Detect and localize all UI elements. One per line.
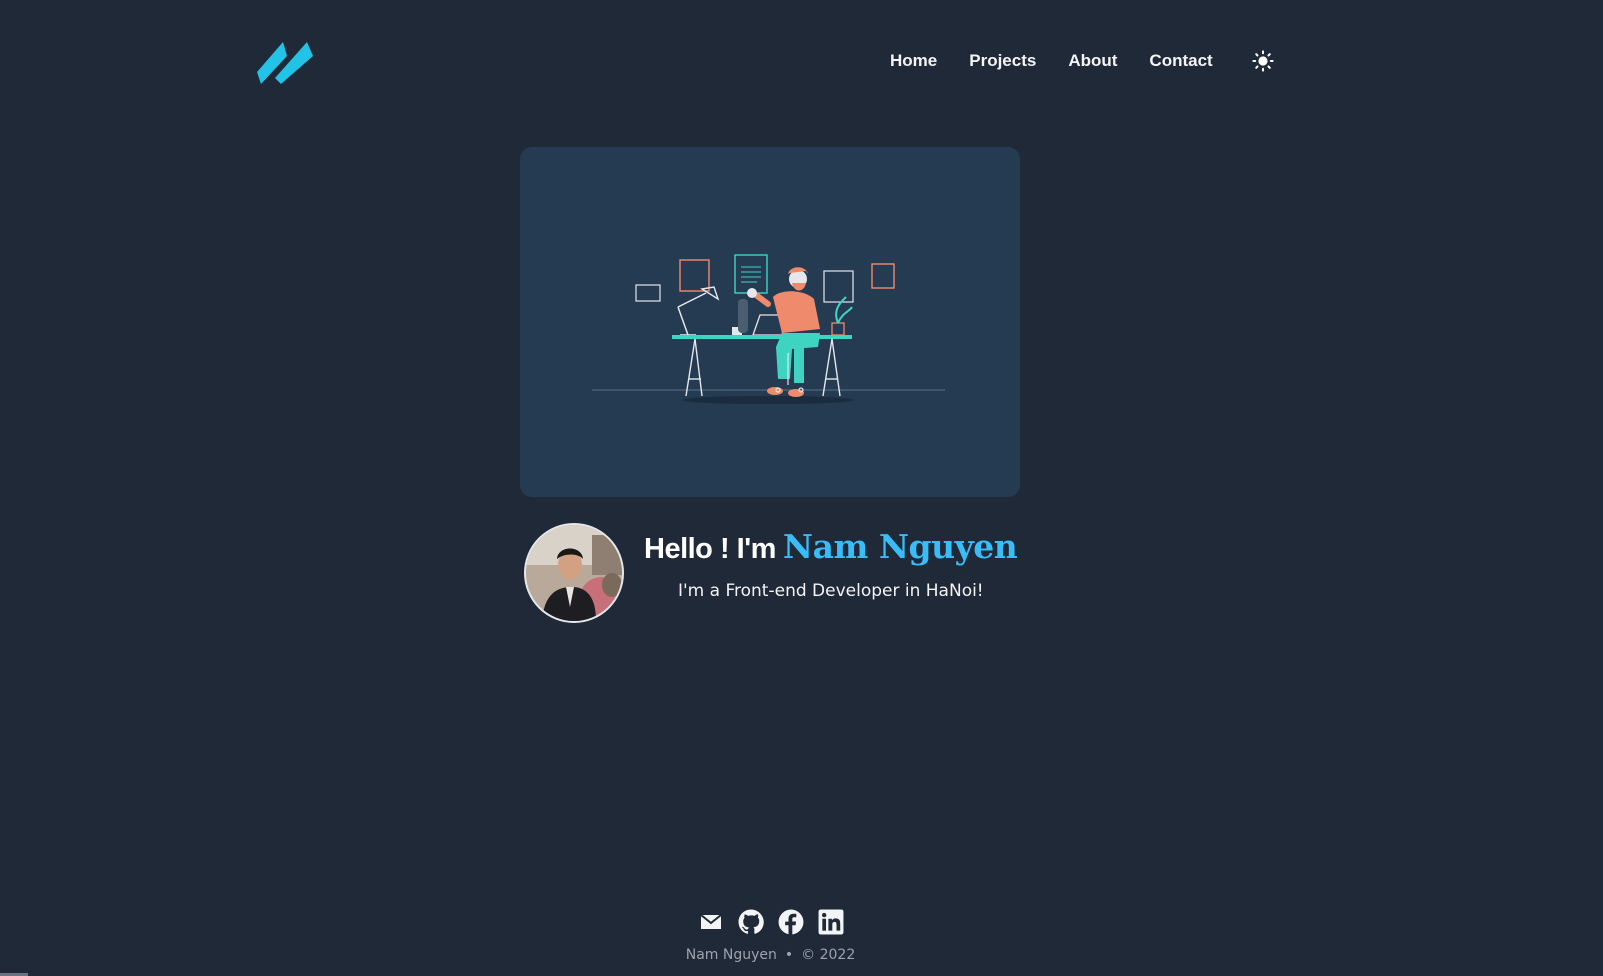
linkedin-icon (818, 909, 844, 935)
main-nav: Home Projects About Contact (890, 48, 1275, 74)
greeting-heading: Hello ! I'm Nam Nguyen (644, 527, 1018, 577)
facebook-link[interactable] (778, 909, 804, 935)
nav-about[interactable]: About (1068, 51, 1117, 71)
mail-icon (700, 914, 722, 929)
github-icon (738, 909, 764, 934)
nav-projects[interactable]: Projects (969, 51, 1036, 71)
footer-author: Nam Nguyen (685, 947, 777, 963)
site-logo[interactable] (257, 38, 313, 84)
linkedin-link[interactable] (818, 909, 844, 935)
developer-at-desk-illustration (592, 254, 945, 404)
footer-credit: Nam Nguyen • © 2022 (0, 947, 1541, 963)
avatar (524, 523, 624, 623)
nav-home[interactable]: Home (890, 51, 937, 71)
greeting-name: Nam Nguyen (782, 527, 1018, 566)
footer-copyright: © 2022 (801, 947, 856, 963)
footer-separator: • (784, 947, 794, 963)
page: Home Projects About Contact Hello ! I'm … (0, 0, 1603, 976)
mail-link[interactable] (698, 909, 724, 935)
hero-illustration-card (520, 147, 1020, 497)
facebook-icon (778, 909, 804, 935)
nav-contact[interactable]: Contact (1149, 51, 1212, 71)
tagline: I'm a Front-end Developer in HaNoi! (678, 581, 984, 601)
profile-photo-icon (526, 525, 622, 621)
theme-toggle-button[interactable] (1251, 49, 1275, 73)
greeting-hello: Hello ! I'm (644, 533, 776, 565)
social-links (698, 909, 858, 935)
sun-icon (1252, 50, 1274, 72)
github-link[interactable] (738, 909, 764, 935)
